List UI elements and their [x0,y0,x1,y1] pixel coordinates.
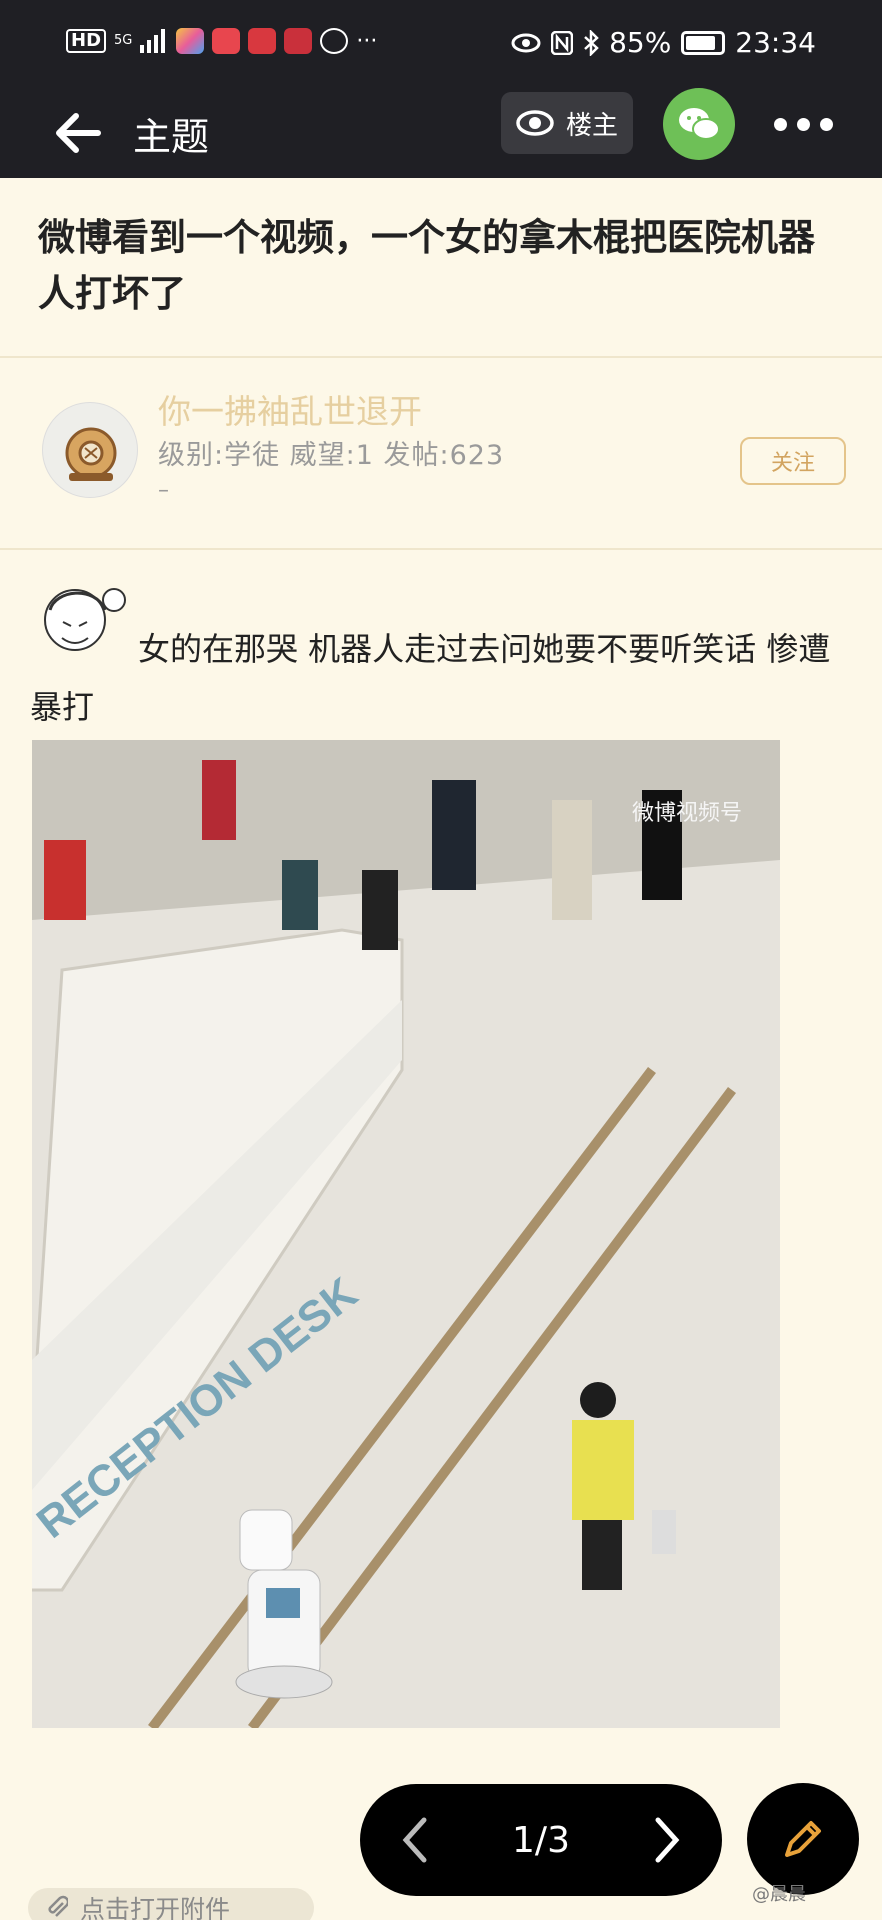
watermark: @晨晨 [752,1884,806,1905]
page-indicator: 1/3 [512,1819,570,1861]
avatar[interactable] [42,402,138,498]
app-notification-icon [176,28,205,54]
wechat-share-button[interactable] [663,88,735,160]
previous-chevron-icon[interactable] [400,1816,430,1864]
privacy-notification-icon [320,28,349,54]
more-notifications: ··· [356,28,378,54]
top-nav: 主题 楼主 [0,88,882,178]
divider [0,356,882,358]
hospital-reception-robot-photo: RECEPTION DESK 微博视频号 [32,740,780,1728]
eye-icon [516,110,554,136]
hd-indicator: HD [66,29,107,53]
nfc-icon [551,30,574,55]
edit-reply-button[interactable] [747,1783,859,1895]
network-indicator: 5G [114,33,133,48]
author-signature: – [158,478,169,503]
post-content: 女的在那哭 机器人走过去问她要不要听笑话 惨遭暴打 [30,630,831,726]
wechat-icon [679,108,720,140]
diving-helmet-avatar-icon [65,427,117,481]
attachment-label: 点击打开附件 [80,1895,231,1920]
app-notification-icon [284,28,313,54]
video-watermark: 微博视频号 [632,800,742,825]
post-title: 微博看到一个视频，一个女的拿木棍把医院机器人打坏了 [38,216,815,315]
page-title: 主题 [133,115,210,159]
more-options-icon[interactable] [774,118,833,131]
eye-icon [511,33,541,52]
clock: 23:34 [735,26,816,59]
status-bar: HD 5G ··· 85% 23:34 [0,0,882,90]
follow-button[interactable]: 关注 [740,437,846,485]
status-left: HD 5G ··· [66,28,377,54]
bank-notification-icon [248,28,277,54]
divider [0,548,882,550]
paperclip-icon [48,1895,68,1917]
back-arrow-icon[interactable] [50,108,106,158]
post-image[interactable]: RECEPTION DESK 微博视频号 [32,740,780,1728]
status-right: 85% 23:34 [511,26,816,59]
battery-icon [681,30,726,55]
signal-icon [140,29,166,53]
pencil-icon [785,1821,821,1857]
owner-only-label: 楼主 [565,110,618,141]
open-attachment-button[interactable]: 点击打开附件 [28,1888,314,1920]
app-notification-icon [212,28,241,54]
battery-percent: 85% [609,26,672,59]
next-chevron-icon[interactable] [652,1816,682,1864]
image-pager: 1/3 [360,1784,722,1896]
author-name[interactable]: 你一拂袖乱世退开 [158,385,422,433]
owner-only-button[interactable]: 楼主 [501,92,633,154]
author-stats: 级别:学徒 威望:1 发帖:623 [158,440,505,471]
bluetooth-icon [584,29,599,56]
